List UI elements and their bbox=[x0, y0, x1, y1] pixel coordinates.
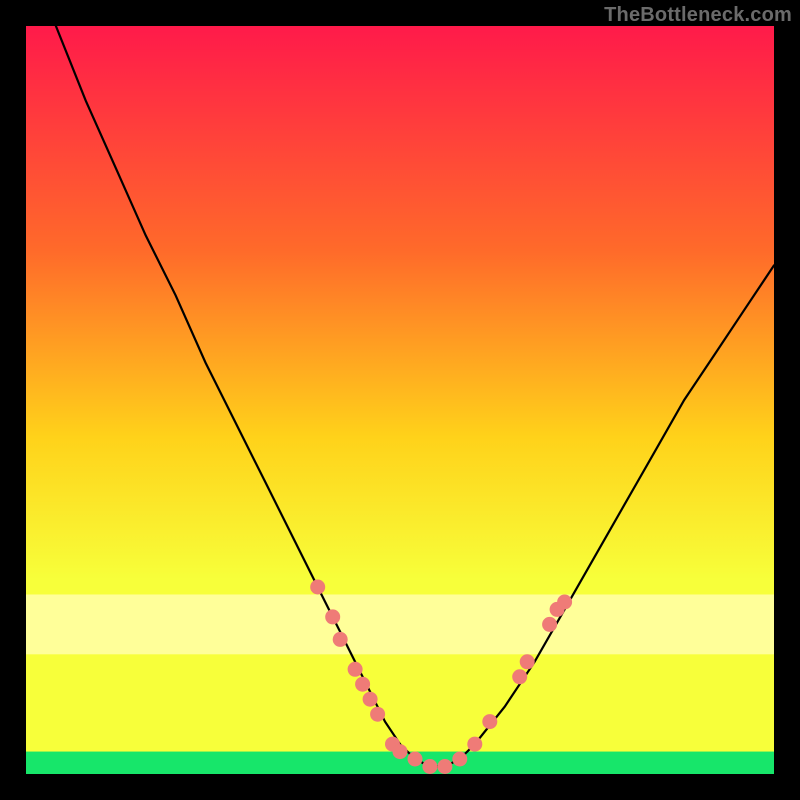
highlight-dot bbox=[520, 654, 535, 669]
highlight-dot bbox=[542, 617, 557, 632]
watermark-text: TheBottleneck.com bbox=[604, 4, 792, 27]
highlight-dot bbox=[333, 632, 348, 647]
highlight-dot bbox=[512, 669, 527, 684]
highlight-dot bbox=[482, 714, 497, 729]
highlight-dot bbox=[393, 744, 408, 759]
chart-svg bbox=[26, 26, 774, 774]
highlight-dot bbox=[557, 595, 572, 610]
highlight-dot bbox=[363, 692, 378, 707]
highlight-dot bbox=[348, 662, 363, 677]
highlight-dot bbox=[310, 580, 325, 595]
highlight-dot bbox=[408, 752, 423, 767]
pale-yellow-band bbox=[26, 594, 774, 654]
highlight-dot bbox=[370, 707, 385, 722]
highlight-dot bbox=[325, 609, 340, 624]
highlight-dot bbox=[452, 752, 467, 767]
chart-frame bbox=[26, 26, 774, 774]
highlight-dot bbox=[422, 759, 437, 774]
highlight-dot bbox=[437, 759, 452, 774]
gradient-background bbox=[26, 26, 774, 774]
highlight-dot bbox=[355, 677, 370, 692]
highlight-dot bbox=[467, 737, 482, 752]
